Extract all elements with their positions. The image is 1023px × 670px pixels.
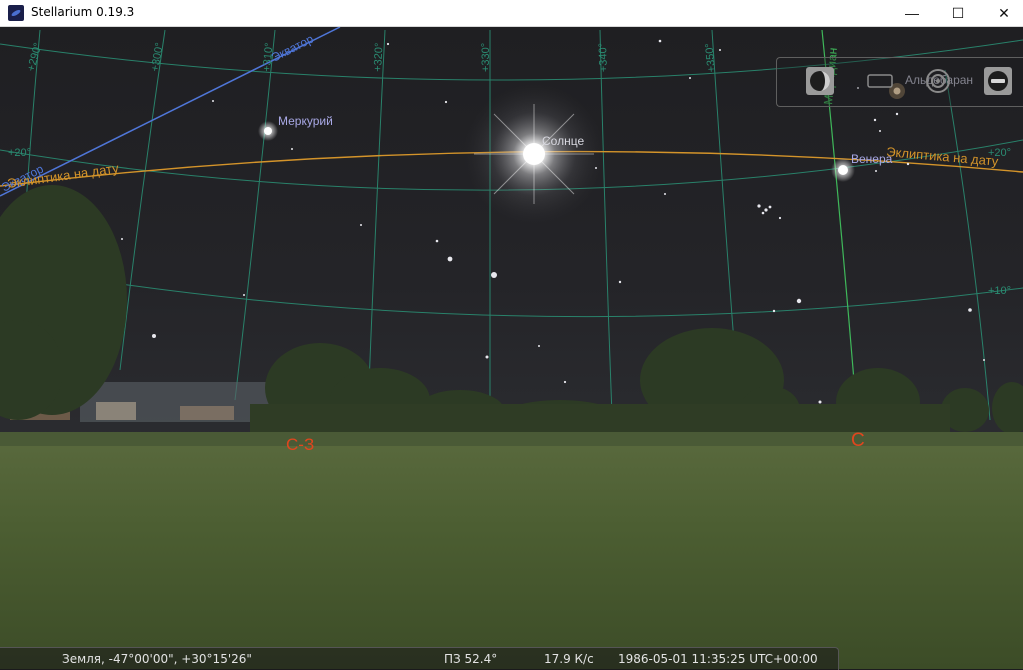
maximize-button[interactable]: ☐ [935, 0, 981, 26]
stellarium-app-icon [8, 5, 24, 21]
venus-label: Венера [851, 152, 893, 166]
fps-readout: 17.9 К/с [544, 652, 594, 666]
cardinal-north-label: С [851, 430, 865, 451]
window-titlebar[interactable]: Stellarium 0.19.3 — ☐ ✕ [0, 0, 1023, 27]
stellarium-globe-icon[interactable] [805, 66, 835, 96]
datetime-readout: 1986-05-01 11:35:25 UTC+00:00 [618, 652, 818, 666]
grid-label-ra330: +330° [480, 43, 492, 72]
sky-view[interactable]: +290° +300° +310° +320° +330° +340° +350… [0, 27, 1023, 669]
window-frame-icon[interactable] [865, 66, 895, 96]
building [96, 402, 136, 420]
sun-label: Солнце [542, 134, 584, 148]
status-bar: Земля, -47°00'00", +30°15'26" ПЗ 52.4° 1… [0, 647, 839, 670]
grid-label-ra350: +350° [703, 43, 717, 73]
grass-field [0, 432, 1023, 669]
minimize-button[interactable]: — [889, 0, 935, 26]
grid-label-dec20-left: +20° [8, 147, 31, 159]
field-of-view-readout: ПЗ 52.4° [444, 652, 498, 666]
top-right-toolbar [776, 57, 1023, 107]
venus[interactable] [838, 165, 848, 175]
mercury-label: Меркурий [278, 114, 333, 128]
window-title: Stellarium 0.19.3 [31, 5, 135, 19]
grid-label-ra340: +340° [597, 43, 610, 73]
grass-horizon-band [0, 432, 1023, 446]
target-circle-icon[interactable] [923, 66, 953, 96]
building [180, 406, 234, 420]
location-readout: Земля, -47°00'00", +30°15'26" [62, 652, 252, 666]
grid-label-ra320: +320° [372, 42, 386, 72]
close-button[interactable]: ✕ [981, 0, 1023, 26]
grid-label-dec10: +10° [988, 285, 1011, 297]
quit-icon[interactable] [983, 66, 1013, 96]
cardinal-northwest-label: С-З [286, 435, 314, 454]
mercury[interactable] [264, 127, 272, 135]
